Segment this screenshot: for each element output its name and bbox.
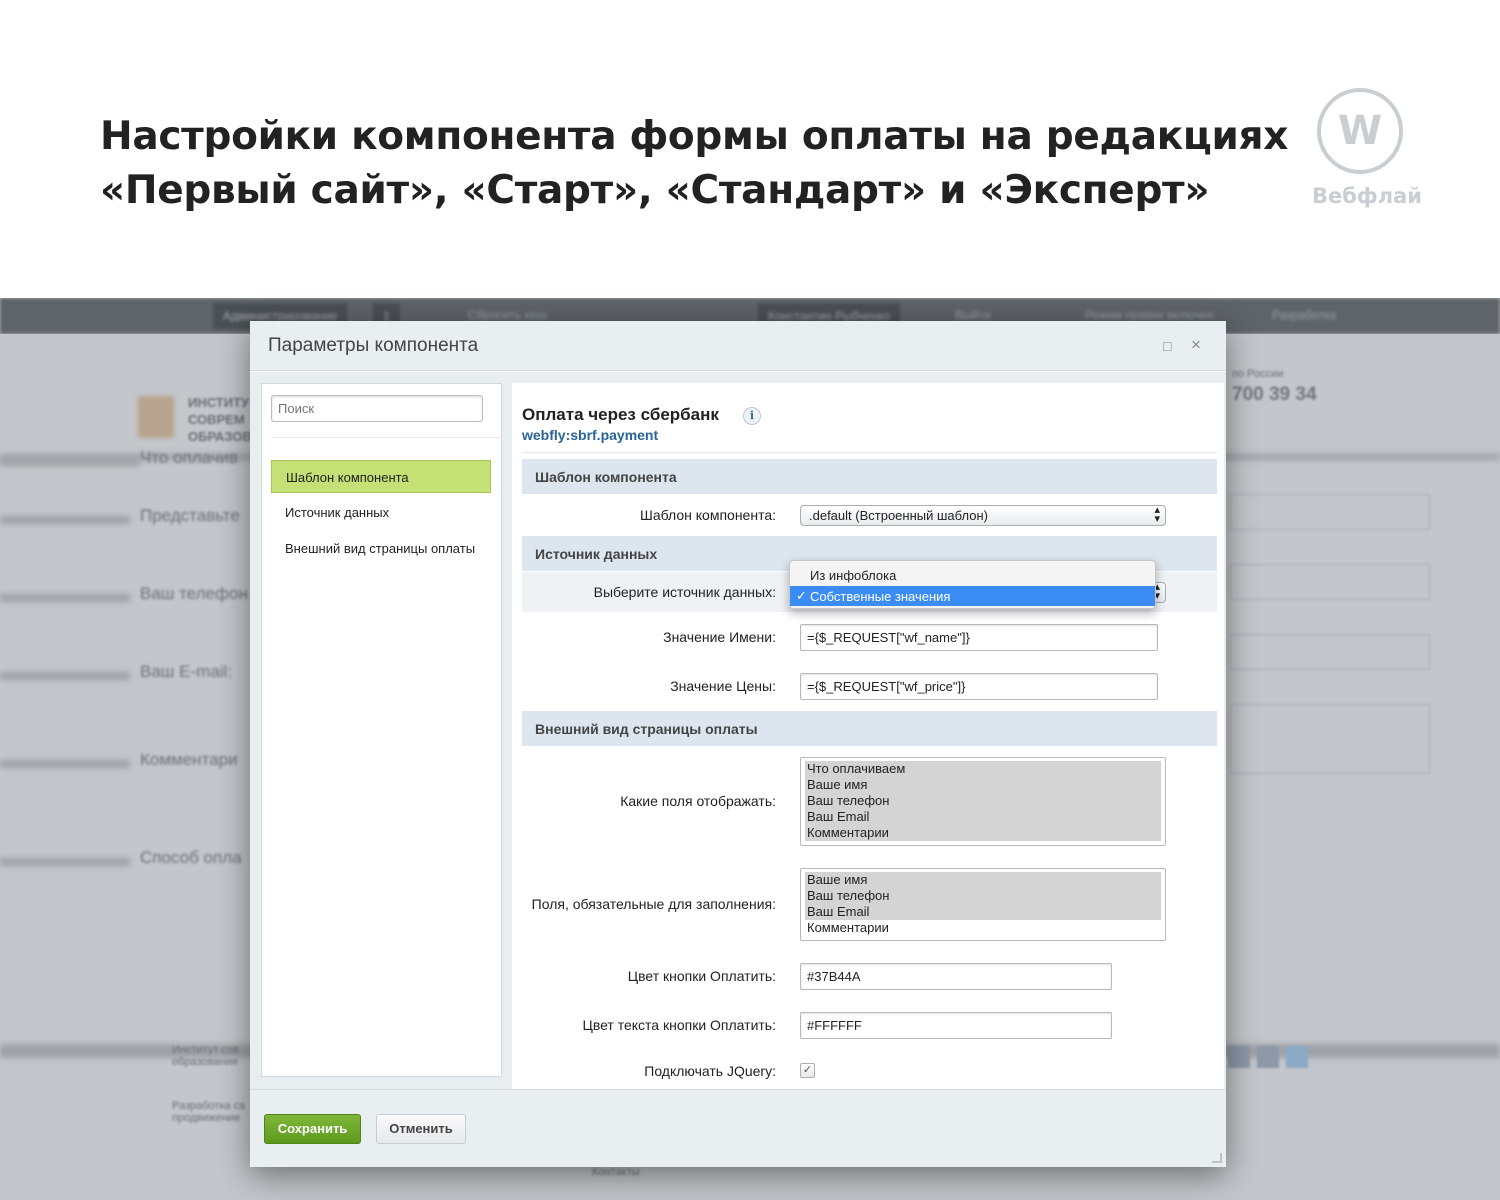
dev-menu: Разработка [1272, 308, 1336, 322]
list-option[interactable]: Ваше имя [805, 777, 1161, 793]
info-icon[interactable]: i [743, 407, 761, 425]
bg-line [0, 760, 130, 768]
updown-arrow-icon: ▴ ▾ [1154, 504, 1160, 525]
divider [522, 452, 1217, 453]
bg-input [1230, 634, 1430, 670]
bg-label-phone: Ваш телефон [140, 584, 248, 603]
template-select[interactable]: .default (Встроенный шаблон) ▴ ▾ [800, 505, 1166, 526]
region-label: по России [1232, 368, 1284, 380]
component-name: Оплата через сбербанк [522, 405, 719, 424]
bg-line [0, 594, 130, 602]
dialog-footer: Сохранить Отменить [250, 1089, 1226, 1167]
list-option[interactable]: Ваш Email [805, 904, 1161, 920]
dropdown-option-label: Собственные значения [810, 589, 951, 604]
cancel-button[interactable]: Отменить [376, 1114, 466, 1144]
footer-org: Институт сов образования [172, 1044, 240, 1068]
brand-w-icon: W [1317, 88, 1403, 174]
dropdown-option-iblock[interactable]: Из инфоблока [790, 565, 1155, 585]
list-option[interactable]: Ваш телефон [805, 793, 1161, 809]
price-value-label: Значение Цены: [670, 678, 776, 694]
bg-line [0, 858, 130, 866]
bg-label-comment: Комментари [140, 750, 238, 769]
resize-handle-icon[interactable] [1212, 1153, 1222, 1163]
dialog-body: Шаблон компонента Источник данных Внешни… [250, 372, 1226, 1089]
divider [271, 437, 500, 438]
required-fields-listbox[interactable]: Ваше имя Ваш телефон Ваш Email Комментар… [800, 868, 1166, 941]
clear-cache-link: Сбросить кеш [468, 308, 547, 322]
close-icon[interactable]: × [1191, 335, 1201, 355]
required-fields-label: Поля, обязательные для заполнения: [531, 896, 776, 912]
name-value-input[interactable] [800, 624, 1158, 651]
list-option[interactable]: Ваше имя [805, 872, 1161, 888]
logout-link: Выйти [955, 308, 991, 322]
button-color-input[interactable] [800, 963, 1112, 990]
vk-icon [1228, 1046, 1250, 1068]
price-value-input[interactable] [800, 673, 1158, 700]
phone-number: 700 39 34 [1232, 384, 1317, 405]
footer-dev: Разработка са продвижение [172, 1100, 246, 1124]
brand-logo: W Вебфлай [1312, 88, 1423, 208]
button-text-color-label: Цвет текста кнопки Оплатить: [582, 1017, 776, 1033]
component-params-dialog: Параметры компонента □ × Шаблон компонен… [250, 321, 1226, 1167]
name-value-label: Значение Имени: [663, 629, 776, 645]
dialog-header: Параметры компонента □ × [250, 321, 1226, 371]
show-fields-label: Какие поля отображать: [620, 793, 776, 809]
save-button[interactable]: Сохранить [264, 1114, 361, 1144]
bg-line [0, 458, 140, 466]
checkmark-icon: ✓ [796, 588, 807, 603]
jquery-checkbox[interactable]: ✓ [800, 1063, 815, 1078]
bg-line [0, 516, 130, 524]
bg-input [1230, 564, 1430, 600]
search-input[interactable] [271, 395, 483, 422]
source-label: Выберите источник данных: [593, 584, 776, 600]
slide-title-line-2: «Первый сайт», «Старт», «Стандарт» и «Эк… [100, 168, 1210, 213]
maximize-icon[interactable]: □ [1163, 338, 1171, 354]
show-fields-listbox[interactable]: Что оплачиваем Ваше имя Ваш телефон Ваш … [800, 757, 1166, 846]
bg-label-email: Ваш E-mail: [140, 662, 233, 681]
section-template[interactable]: Шаблон компонента [522, 459, 1217, 494]
bg-input [1230, 494, 1430, 530]
list-option[interactable]: Ваш Email [805, 809, 1161, 825]
button-color-label: Цвет кнопки Оплатить: [627, 968, 776, 984]
dialog-title: Параметры компонента [268, 335, 479, 356]
bg-line [0, 672, 130, 680]
list-option[interactable]: Комментарии [805, 920, 1161, 936]
list-option[interactable]: Ваш телефон [805, 888, 1161, 904]
slide-title-line-1: Настройки компонента формы оплаты на ред… [100, 114, 1289, 159]
jquery-label: Подключать JQuery: [644, 1063, 776, 1079]
brand-name: Вебфлай [1312, 184, 1423, 208]
bg-input [1230, 704, 1430, 774]
slide-title: Настройки компонента формы оплаты на ред… [100, 110, 1289, 218]
bg-label-name: Представьте [140, 506, 240, 525]
dropdown-option-own-values[interactable]: ✓ Собственные значения [790, 586, 1155, 606]
sidebar-item-template[interactable]: Шаблон компонента [271, 460, 491, 493]
site-logo-icon [138, 396, 174, 438]
facebook-icon [1257, 1046, 1279, 1068]
component-code: webfly:sbrf.payment [522, 427, 659, 443]
dialog-content: Оплата через сбербанк i webfly:sbrf.paym… [512, 383, 1224, 1089]
dialog-sidebar: Шаблон компонента Источник данных Внешни… [261, 383, 502, 1077]
sidebar-item-data-source[interactable]: Источник данных [271, 496, 491, 529]
site-logo-text: ИНСТИТУ СОВРЕМ ОБРАЗОВ [188, 395, 252, 444]
button-text-color-input[interactable] [800, 1012, 1112, 1039]
template-label: Шаблон компонента: [640, 507, 776, 523]
bg-label-what: Что оплачив [140, 448, 239, 467]
footer-contacts: Контакты [592, 1166, 640, 1178]
template-select-value: .default (Встроенный шаблон) [809, 508, 988, 523]
sidebar-item-payment-appearance[interactable]: Внешний вид страницы оплаты [271, 532, 491, 565]
section-appearance[interactable]: Внешний вид страницы оплаты [522, 711, 1217, 746]
bg-label-method: Способ опла [140, 848, 242, 867]
list-option[interactable]: Комментарии [805, 825, 1161, 841]
source-dropdown-menu: Из инфоблока ✓ Собственные значения [789, 560, 1156, 609]
twitter-icon [1286, 1046, 1308, 1068]
list-option[interactable]: Что оплачиваем [805, 761, 1161, 777]
edit-mode-toggle: Режим правки включен [1085, 308, 1214, 322]
